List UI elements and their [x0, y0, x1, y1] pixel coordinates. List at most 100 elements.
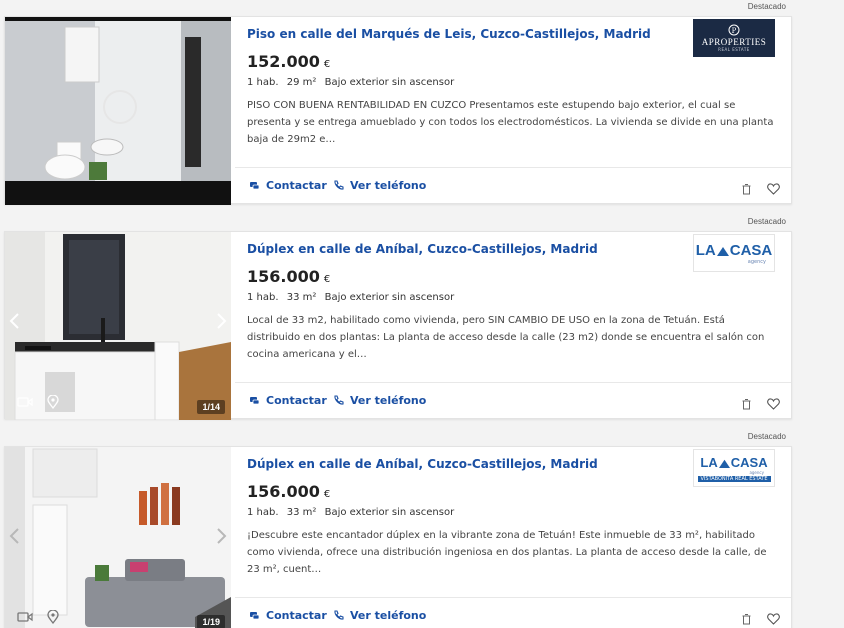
- currency: €: [323, 274, 331, 285]
- kitchen-photo: [5, 232, 231, 420]
- agency-subtitle: REAL ESTATE: [718, 47, 750, 52]
- price-value: 152.000: [247, 52, 320, 71]
- price-value: 156.000: [247, 482, 320, 501]
- floor-info: Bajo exterior sin ascensor: [324, 292, 455, 303]
- chevron-right-icon: [217, 313, 227, 329]
- heart-icon: [767, 183, 780, 195]
- agency-name-part-b: CASA: [729, 241, 773, 259]
- prev-photo-button[interactable]: [9, 527, 21, 549]
- listing-details: 1 hab. 33 m² Bajo exterior sin ascensor: [247, 292, 459, 303]
- floor-info: Bajo exterior sin ascensor: [324, 77, 455, 88]
- rooms: 1 hab.: [247, 77, 279, 88]
- contact-label: Contactar: [266, 179, 327, 192]
- svg-text:P: P: [732, 27, 737, 35]
- agency-name-part-a: LA: [695, 241, 716, 259]
- listing-photo[interactable]: 1/14: [5, 232, 231, 420]
- phone-button[interactable]: Ver teléfono: [333, 394, 426, 407]
- discard-button[interactable]: [741, 395, 752, 414]
- listing-actions: Contactar Ver teléfono: [235, 167, 791, 205]
- house-icon: [716, 247, 729, 256]
- trash-icon: [742, 184, 751, 195]
- card: 1/19 Dúplex en calle de Aníbal, Cuzco-Ca…: [4, 446, 792, 628]
- listing-details: 1 hab. 33 m² Bajo exterior sin ascensor: [247, 507, 459, 518]
- chevron-left-icon: [9, 528, 19, 544]
- next-photo-button[interactable]: [215, 312, 227, 334]
- agency-subtitle: agency: [749, 469, 764, 475]
- floor-info: Bajo exterior sin ascensor: [324, 507, 455, 518]
- bathroom-photo: [5, 17, 231, 205]
- heart-icon: [767, 613, 780, 625]
- listing-description[interactable]: ¡Descubre este encantador dúplex en la v…: [247, 527, 777, 578]
- featured-badge: Destacado: [747, 217, 786, 226]
- price: 156.000 €: [247, 482, 330, 501]
- featured-badge: Destacado: [747, 2, 786, 11]
- listing-photo[interactable]: [5, 17, 231, 205]
- prev-photo-button[interactable]: [9, 312, 21, 334]
- contact-button[interactable]: Contactar: [249, 394, 327, 407]
- favorite-button[interactable]: [767, 610, 780, 628]
- currency: €: [323, 59, 331, 70]
- chevron-left-icon: [9, 313, 19, 329]
- contact-button[interactable]: Contactar: [249, 609, 327, 622]
- chevron-right-icon: [217, 528, 227, 544]
- heart-icon: [767, 398, 780, 410]
- phone-button[interactable]: Ver teléfono: [333, 609, 426, 622]
- agency-emblem-icon: P: [728, 24, 740, 36]
- video-icon: [17, 397, 33, 407]
- photo-counter: 1/19: [197, 615, 225, 628]
- area: 33 m²: [286, 507, 317, 518]
- chat-icon: [250, 612, 260, 620]
- listing-title-link[interactable]: Piso en calle del Marqués de Leis, Cuzco…: [247, 27, 651, 41]
- trash-icon: [742, 399, 751, 410]
- map-pin-icon: [47, 395, 59, 409]
- agency-name: APROPERTIES: [701, 37, 767, 47]
- trash-icon: [742, 614, 751, 625]
- contact-label: Contactar: [266, 609, 327, 622]
- photo-counter: 1/14: [197, 400, 225, 414]
- contact-button[interactable]: Contactar: [249, 179, 327, 192]
- bedroom-photo: [5, 447, 231, 628]
- card: Piso en calle del Marqués de Leis, Cuzco…: [4, 16, 792, 205]
- phone-label: Ver teléfono: [350, 179, 427, 192]
- listing-title-link[interactable]: Dúplex en calle de Aníbal, Cuzco-Castill…: [247, 242, 598, 256]
- favorite-button[interactable]: [767, 180, 780, 199]
- map-button[interactable]: [41, 607, 65, 627]
- price-value: 156.000: [247, 267, 320, 286]
- price: 156.000 €: [247, 267, 330, 286]
- discard-button[interactable]: [741, 610, 752, 628]
- listing-photo[interactable]: 1/19: [5, 447, 231, 628]
- listing-description[interactable]: PISO CON BUENA RENTABILIDAD EN CUZCO Pre…: [247, 97, 777, 148]
- listing-actions: Contactar Ver teléfono: [235, 597, 791, 628]
- agency-name-part-a: LA: [700, 454, 718, 470]
- discard-button[interactable]: [741, 180, 752, 199]
- map-button[interactable]: [41, 392, 65, 412]
- agency-logo[interactable]: LA CASA agency: [693, 234, 775, 272]
- price: 152.000 €: [247, 52, 330, 71]
- area: 33 m²: [286, 292, 317, 303]
- phone-icon: [334, 610, 344, 620]
- favorite-button[interactable]: [767, 395, 780, 414]
- card: 1/14 Dúplex en calle de Aníbal, Cuzco-Ca…: [4, 231, 792, 420]
- listing-description[interactable]: Local de 33 m2, habilitado como vivienda…: [247, 312, 777, 363]
- video-button[interactable]: [13, 607, 37, 627]
- map-pin-icon: [47, 610, 59, 624]
- agency-logo[interactable]: LA CASA agency VISTABONITA REAL ESTATE: [693, 449, 775, 487]
- phone-label: Ver teléfono: [350, 394, 427, 407]
- rooms: 1 hab.: [247, 292, 279, 303]
- currency: €: [323, 489, 331, 500]
- video-button[interactable]: [13, 392, 37, 412]
- chat-icon: [250, 182, 260, 190]
- phone-label: Ver teléfono: [350, 609, 427, 622]
- agency-logo[interactable]: P APROPERTIES REAL ESTATE: [693, 19, 775, 57]
- agency-name-part-b: CASA: [730, 454, 768, 470]
- agency-tagline: VISTABONITA REAL ESTATE: [697, 475, 771, 482]
- listing-title-link[interactable]: Dúplex en calle de Aníbal, Cuzco-Castill…: [247, 457, 598, 471]
- agency-subtitle: agency: [747, 258, 766, 265]
- phone-icon: [334, 395, 344, 405]
- phone-button[interactable]: Ver teléfono: [333, 179, 426, 192]
- video-icon: [17, 612, 33, 622]
- contact-label: Contactar: [266, 394, 327, 407]
- featured-badge: Destacado: [747, 432, 786, 441]
- next-photo-button[interactable]: [215, 527, 227, 549]
- rooms: 1 hab.: [247, 507, 279, 518]
